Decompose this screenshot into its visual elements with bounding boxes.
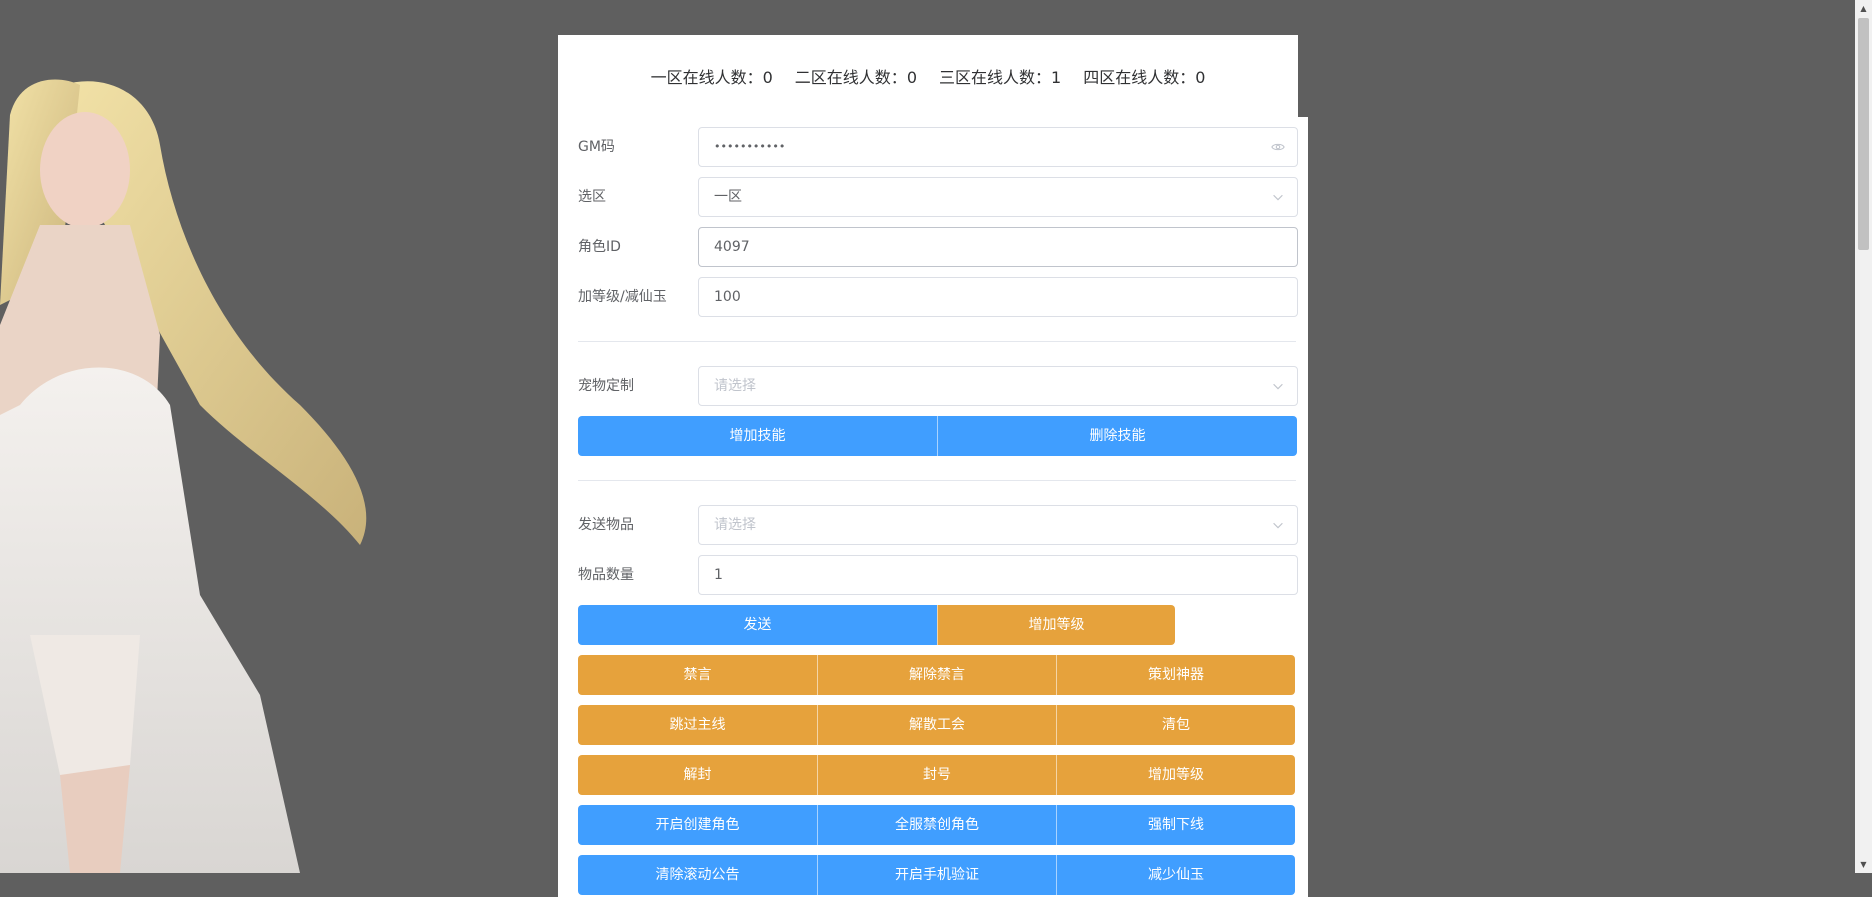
item-qty-row: 物品数量 1 bbox=[578, 555, 1298, 595]
ban-account-button[interactable]: 封号 bbox=[817, 755, 1056, 795]
unban-button[interactable]: 解封 bbox=[578, 755, 817, 795]
item-qty-label: 物品数量 bbox=[578, 567, 634, 583]
pet-row: 宠物定制 请选择 bbox=[578, 366, 1298, 406]
reduce-jade-button[interactable]: 减少仙玉 bbox=[1056, 855, 1295, 895]
send-item-row: 发送物品 请选择 bbox=[578, 505, 1298, 545]
level-amount-label: 加等级/减仙玉 bbox=[578, 289, 667, 305]
enable-create-role-button[interactable]: 开启创建角色 bbox=[578, 805, 817, 845]
zone-label: 选区 bbox=[578, 189, 606, 205]
role-id-input[interactable]: 4097 bbox=[698, 227, 1298, 267]
online-zone-2: 二区在线人数：0 bbox=[794, 68, 917, 87]
role-id-label: 角色ID bbox=[578, 239, 621, 255]
scroll-up-icon[interactable]: ▲ bbox=[1855, 0, 1872, 17]
chevron-down-icon bbox=[1269, 506, 1287, 544]
gm-form-panel: GM码 ••••••••••• 选区 一区 角色ID 4097 加等级/减仙玉 … bbox=[558, 117, 1308, 897]
chevron-down-icon bbox=[1269, 367, 1287, 405]
divider bbox=[578, 341, 1296, 342]
zone-select[interactable]: 一区 bbox=[698, 177, 1298, 217]
pet-label: 宠物定制 bbox=[578, 378, 634, 394]
zone-row: 选区 一区 bbox=[578, 177, 1298, 217]
level-amount-input[interactable]: 100 bbox=[698, 277, 1298, 317]
pet-select[interactable]: 请选择 bbox=[698, 366, 1298, 406]
online-zone-4: 四区在线人数：0 bbox=[1083, 68, 1206, 87]
send-button[interactable]: 发送 bbox=[578, 605, 937, 645]
action-button-group-4: 开启创建角色 全服禁创角色 强制下线 bbox=[578, 805, 1295, 845]
disband-guild-button[interactable]: 解散工会 bbox=[817, 705, 1056, 745]
character-illustration bbox=[0, 75, 390, 873]
skip-main-quest-button[interactable]: 跳过主线 bbox=[578, 705, 817, 745]
mute-button[interactable]: 禁言 bbox=[578, 655, 817, 695]
page-scrollbar[interactable]: ▲ ▼ bbox=[1855, 0, 1872, 873]
gm-code-input[interactable]: ••••••••••• bbox=[698, 127, 1298, 167]
online-count-bar: 一区在线人数：0 二区在线人数：0 三区在线人数：1 四区在线人数：0 bbox=[558, 35, 1298, 117]
divider bbox=[578, 480, 1296, 481]
role-id-row: 角色ID 4097 bbox=[578, 227, 1298, 267]
enable-phone-verify-button[interactable]: 开启手机验证 bbox=[817, 855, 1056, 895]
send-item-select[interactable]: 请选择 bbox=[698, 505, 1298, 545]
send-item-label: 发送物品 bbox=[578, 517, 634, 533]
force-offline-button[interactable]: 强制下线 bbox=[1056, 805, 1295, 845]
online-zone-1: 一区在线人数：0 bbox=[650, 68, 773, 87]
action-button-group-5: 清除滚动公告 开启手机验证 减少仙玉 bbox=[578, 855, 1295, 895]
action-button-group-3: 解封 封号 增加等级 bbox=[578, 755, 1295, 795]
scroll-thumb[interactable] bbox=[1858, 18, 1869, 250]
add-level-button-2[interactable]: 增加等级 bbox=[1056, 755, 1295, 795]
add-level-button[interactable]: 增加等级 bbox=[937, 605, 1175, 645]
eye-icon[interactable] bbox=[1269, 128, 1287, 166]
clear-scroll-notice-button[interactable]: 清除滚动公告 bbox=[578, 855, 817, 895]
global-ban-create-role-button[interactable]: 全服禁创角色 bbox=[817, 805, 1056, 845]
online-zone-3: 三区在线人数：1 bbox=[939, 68, 1062, 87]
send-button-group: 发送 增加等级 bbox=[578, 605, 1175, 645]
clear-bag-button[interactable]: 清包 bbox=[1056, 705, 1295, 745]
planner-artifact-button[interactable]: 策划神器 bbox=[1056, 655, 1295, 695]
delete-skill-button[interactable]: 删除技能 bbox=[937, 416, 1297, 456]
scroll-down-icon[interactable]: ▼ bbox=[1855, 856, 1872, 873]
action-button-group-1: 禁言 解除禁言 策划神器 bbox=[578, 655, 1295, 695]
item-qty-input[interactable]: 1 bbox=[698, 555, 1298, 595]
level-amount-row: 加等级/减仙玉 100 bbox=[578, 277, 1298, 317]
skill-button-group: 增加技能 删除技能 bbox=[578, 416, 1297, 456]
gm-code-row: GM码 ••••••••••• bbox=[578, 127, 1298, 167]
unmute-button[interactable]: 解除禁言 bbox=[817, 655, 1056, 695]
action-button-group-2: 跳过主线 解散工会 清包 bbox=[578, 705, 1295, 745]
gm-code-label: GM码 bbox=[578, 139, 615, 155]
chevron-down-icon bbox=[1269, 178, 1287, 216]
add-skill-button[interactable]: 增加技能 bbox=[578, 416, 937, 456]
